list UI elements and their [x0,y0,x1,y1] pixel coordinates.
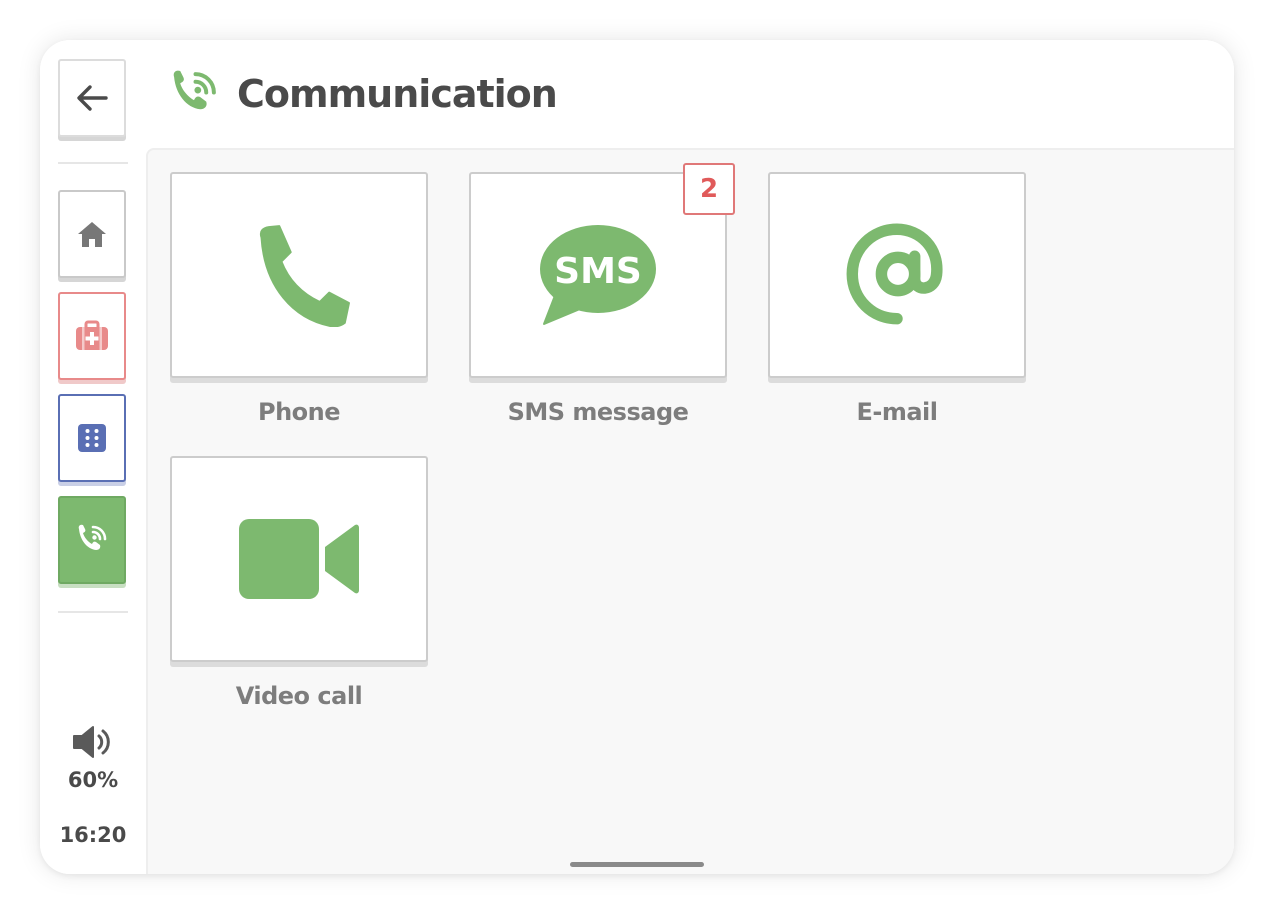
phone-icon [259,225,350,327]
sidebar-item-home[interactable] [58,190,126,278]
tile-sms-message[interactable]: SMS 2 SMS message [469,163,735,426]
medical-kit-icon [76,320,108,350]
sidebar-divider-top [58,162,128,164]
video-camera-icon [239,519,359,599]
sidebar-item-apps[interactable] [58,394,126,482]
tile-phone[interactable]: Phone [170,172,428,426]
phone-signal-icon [173,70,216,110]
page-title: Communication [237,72,558,116]
home-indicator[interactable] [570,862,704,867]
tile-video-call[interactable]: Video call [170,456,428,710]
tile-label: Phone [257,398,341,426]
tile-email-button[interactable] [768,172,1026,378]
arrow-left-icon [77,85,108,111]
sms-bubble-icon: SMS [540,225,656,325]
tile-video-call-button[interactable] [170,456,428,662]
speaker-icon [73,726,110,758]
tiles-area: Phone SMS 2 SMS message E-mail Video cal… [146,148,1234,874]
volume-control[interactable]: 60% [40,724,146,792]
tile-phone-button[interactable] [170,172,428,378]
unread-badge: 2 [683,163,735,215]
volume-level: 60% [67,768,119,792]
sidebar-item-health[interactable] [58,292,126,380]
tile-label: SMS message [507,398,689,426]
tablet-screen: 60% 16:20 Communication Phone SMS 2 SMS … [40,40,1234,874]
sidebar: 60% 16:20 [40,40,146,874]
clock: 16:20 [59,823,127,847]
tile-label: E-mail [856,398,938,426]
page-header: Communication [146,40,1234,148]
apps-grid-icon [78,424,106,452]
home-icon [78,222,106,247]
sidebar-item-communication[interactable] [58,496,126,584]
back-button[interactable] [58,59,126,137]
phone-signal-icon [78,524,107,550]
tile-email[interactable]: E-mail [768,172,1026,426]
at-sign-icon [846,223,943,325]
tile-sms-message-button[interactable]: SMS 2 [469,163,735,378]
sidebar-divider-bottom [58,611,128,613]
sms-icon-text: SMS [554,251,642,292]
tile-label: Video call [235,682,363,710]
